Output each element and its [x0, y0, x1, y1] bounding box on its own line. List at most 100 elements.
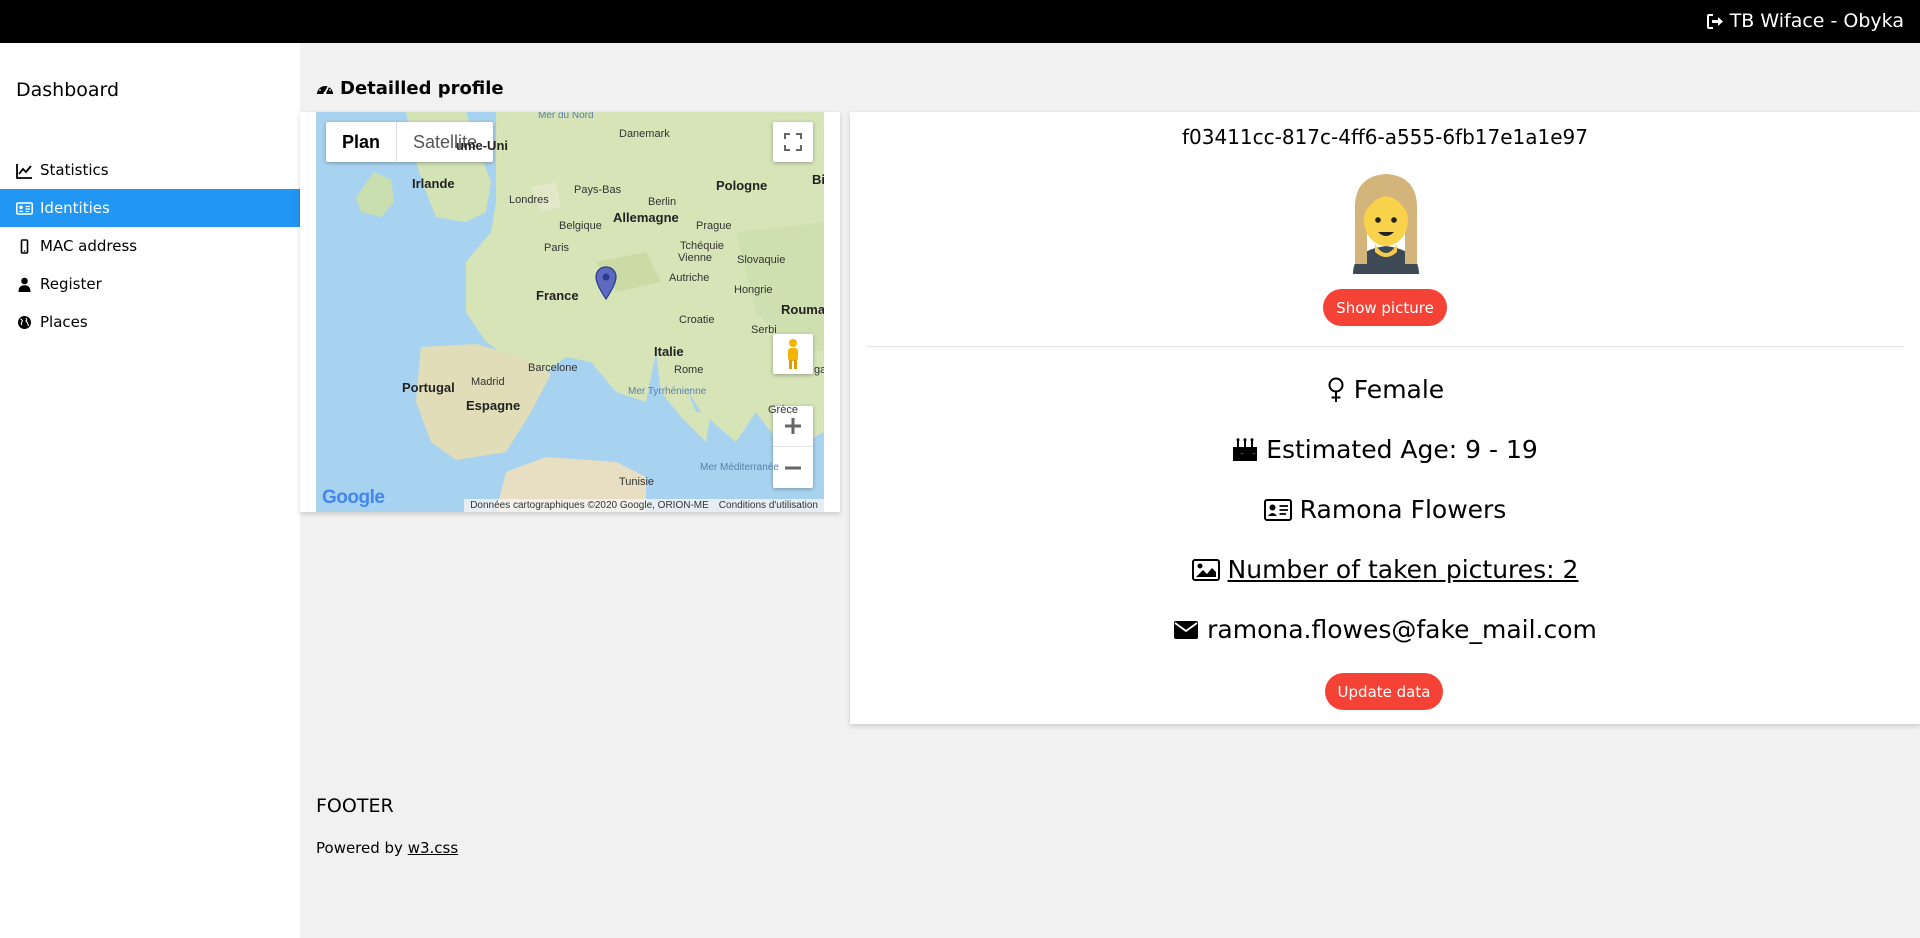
map-attribution-text: Données cartographiques ©2020 Google, OR…: [470, 500, 709, 511]
map-label: Grèce: [768, 404, 798, 416]
map-label: ga: [814, 364, 824, 376]
minus-icon: [785, 466, 801, 469]
sidebar-item-register[interactable]: Register: [0, 265, 300, 303]
map-label: Rouma: [781, 302, 824, 317]
map-label: Barcelone: [528, 362, 578, 374]
sidebar-item-label: Places: [40, 313, 88, 331]
map-label: Belgique: [559, 220, 602, 232]
map-label: Mer du Nord: [538, 112, 594, 121]
map-label: Pays-Bas: [574, 184, 622, 196]
email-row: ramona.flowes@fake_mail.com: [850, 615, 1920, 644]
pictures-count-link[interactable]: Number of taken pictures: 2: [1228, 555, 1579, 584]
sidebar-item-label: Register: [40, 275, 102, 293]
sidebar: Dashboard Statistics Identities MAC addr: [0, 43, 300, 938]
zoom-out-button[interactable]: [773, 447, 813, 488]
map-label: Croatie: [679, 314, 715, 326]
sidebar-item-identities[interactable]: Identities: [0, 189, 300, 227]
email-text: ramona.flowes@fake_mail.com: [1207, 615, 1597, 644]
female-icon: [1328, 377, 1344, 402]
top-bar: TB Wiface - Obyka: [0, 0, 1920, 43]
gender-text: Female: [1353, 375, 1445, 404]
map-terms-link[interactable]: Conditions d'utilisation: [719, 500, 818, 511]
footer-w3css-link[interactable]: w3.css: [408, 839, 458, 857]
line-chart-icon: [16, 163, 32, 179]
sign-out-icon: [1706, 13, 1723, 29]
image-icon: [1191, 558, 1220, 581]
avatar: [1353, 174, 1419, 274]
map-label: Italie: [654, 344, 684, 359]
map-label: ume-Uni: [456, 138, 508, 153]
map-label: Irlande: [412, 176, 455, 191]
envelope-icon: [1174, 620, 1199, 639]
map-marker-icon: [595, 266, 617, 300]
sidebar-item-places[interactable]: Places: [0, 303, 300, 341]
map-label: Espagne: [466, 398, 521, 413]
map-land: [356, 112, 824, 512]
map-card: Plan Satellite Mer du Nord Danemark ume-…: [300, 112, 840, 512]
sidebar-item-label: Statistics: [40, 161, 109, 179]
map-label: Serbi: [751, 324, 777, 336]
footer-title: FOOTER: [316, 795, 394, 817]
footer-powered-by: Powered by w3.css: [316, 839, 458, 857]
id-card-icon: [1263, 498, 1292, 521]
footer: FOOTER Powered by w3.css: [316, 795, 458, 857]
map-label: Pologne: [716, 178, 768, 193]
age-row: Estimated Age: 9 - 19: [850, 435, 1920, 464]
map-label: Allemagne: [613, 210, 679, 225]
map-label: Slovaquie: [737, 254, 786, 266]
sidebar-item-statistics[interactable]: Statistics: [0, 151, 300, 189]
map-label: France: [536, 288, 579, 303]
app-title: TB Wiface - Obyka: [1729, 10, 1904, 32]
sidebar-item-mac-address[interactable]: MAC address: [0, 227, 300, 265]
fullscreen-icon: [784, 133, 802, 151]
map-label: Rome: [674, 364, 704, 376]
birthday-cake-icon: [1233, 437, 1258, 461]
map-label: Berlin: [648, 196, 677, 208]
map-label: Paris: [544, 242, 570, 254]
plus-icon: [785, 418, 801, 434]
card-divider: [866, 346, 1904, 347]
map-label: Bi: [812, 172, 824, 187]
map-label: Portugal: [402, 380, 455, 395]
name-row: Ramona Flowers: [850, 495, 1920, 524]
globe-icon: [18, 315, 31, 329]
fullscreen-button[interactable]: [773, 122, 813, 162]
show-picture-button[interactable]: Show picture: [1323, 289, 1447, 326]
map-label: Autriche: [669, 272, 710, 284]
user-icon: [18, 277, 31, 292]
pegman-icon: [788, 339, 798, 369]
age-text: Estimated Age: 9 - 19: [1266, 435, 1538, 464]
mobile-icon: [20, 238, 29, 254]
update-data-button[interactable]: Update data: [1325, 673, 1443, 710]
map-label: Tunisie: [619, 476, 655, 488]
map-type-plan[interactable]: Plan: [326, 122, 398, 162]
map-label: Vienne: [678, 252, 713, 264]
sidebar-item-label: MAC address: [40, 237, 138, 255]
tachometer-icon: [317, 83, 333, 95]
map-label: Mer Tyrrhénienne: [628, 386, 707, 397]
zoom-control: [773, 406, 813, 488]
map-attribution: Données cartographiques ©2020 Google, OR…: [464, 499, 824, 512]
google-map[interactable]: Plan Satellite Mer du Nord Danemark ume-…: [316, 112, 824, 512]
sidebar-title: Dashboard: [16, 79, 120, 101]
map-label: Hongrie: [734, 284, 773, 296]
page-title: Detailled profile: [316, 78, 504, 99]
street-view-button[interactable]: [773, 334, 813, 374]
map-label: Madrid: [471, 376, 505, 388]
map-label: Tchéquie: [680, 240, 725, 252]
id-card-icon: [16, 201, 33, 215]
map-label: Danemark: [619, 128, 670, 140]
profile-card: f03411cc-817c-4ff6-a555-6fb17e1a1e97 Sho…: [850, 112, 1920, 724]
logout-link[interactable]: TB Wiface - Obyka: [1706, 10, 1904, 32]
sidebar-nav: Statistics Identities MAC address Regist…: [0, 151, 300, 341]
map-label: Londres: [509, 194, 549, 206]
map-label: Mer Méditerranée: [700, 462, 779, 473]
pictures-row: Number of taken pictures: 2: [850, 555, 1920, 584]
sidebar-item-label: Identities: [40, 199, 110, 217]
gender-row: Female: [850, 375, 1920, 404]
map-label: Prague: [696, 220, 732, 232]
footer-powered-text: Powered by: [316, 839, 408, 857]
page-title-text: Detailled profile: [340, 78, 504, 99]
name-text: Ramona Flowers: [1299, 495, 1507, 524]
google-logo: Google: [322, 487, 385, 508]
